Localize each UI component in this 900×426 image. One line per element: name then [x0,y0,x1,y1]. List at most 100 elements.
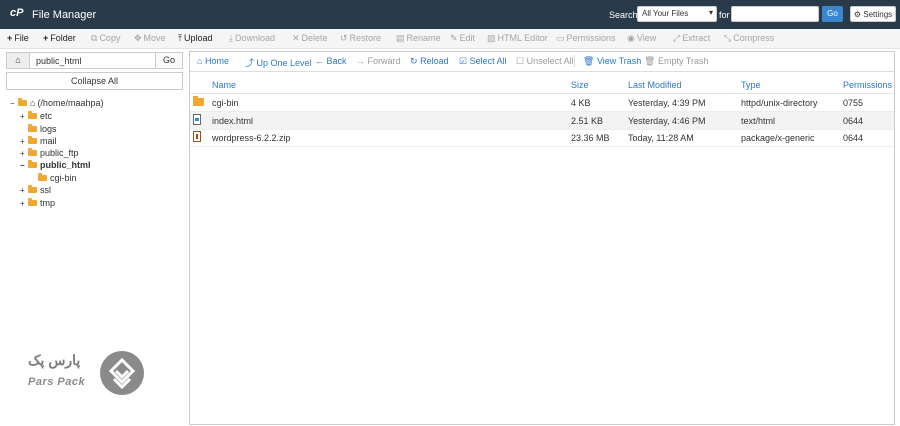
forward-button[interactable]: → Forward [356,56,401,66]
reload-button[interactable]: ↻ Reload [410,56,449,67]
select-all-label: Select All [469,56,507,66]
back-label: Back [326,56,347,66]
unselect-all-button[interactable]: ☐ Unselect All [516,56,574,67]
table-row[interactable]: cgi-bin 4 KB Yesterday, 4:39 PM httpd/un… [190,94,894,112]
watermark-text-en: Pars Pack [28,376,86,388]
tree-node-public-ftp[interactable]: + public_ftp [20,148,79,158]
file-modified: Today, 11:28 AM [628,133,694,143]
tree-node-tmp[interactable]: + tmp [20,198,55,208]
folder-icon [28,111,37,119]
compress-button[interactable]: ⤡ Compress [724,33,774,44]
eye-icon: ◉ [627,33,635,43]
tree-node-label: ssl [40,185,51,195]
collapse-toggle-icon[interactable]: − [10,99,18,108]
file-modified: Yesterday, 4:39 PM [628,98,706,108]
restore-button[interactable]: ↺ Restore [340,33,381,44]
tree-node-label: public_html [40,160,91,170]
move-button[interactable]: ✥ Move [134,33,166,44]
tree-node-cgi-bin[interactable]: cgi-bin [38,173,77,183]
action-toolbar: + File + Folder ⧉ Copy ✥ Move ⤒ Upload ⤓ Downl… [0,29,900,49]
rename-button[interactable]: ▤ Rename [396,33,441,44]
permissions-label: Permissions [566,33,616,43]
tree-node-label: (/home/maahpa) [37,98,104,108]
file-size: 23.36 MB [571,133,610,143]
expand-toggle-icon[interactable]: + [20,112,28,121]
download-button[interactable]: ⤓ Download [229,33,275,44]
compress-icon: ⤡ [724,33,732,43]
tree-node-home[interactable]: − ⌂ (/home/maahpa) [10,98,103,108]
tree-node-public-html[interactable]: − public_html [20,160,91,170]
home-nav-button[interactable]: ⌂ Home [197,56,229,66]
restore-icon: ↺ [340,33,348,43]
home-icon[interactable]: ⌂ [7,53,30,68]
expand-toggle-icon[interactable]: + [20,149,28,158]
copy-icon: ⧉ [91,33,98,43]
cpanel-logo[interactable]: cP [10,7,23,19]
search-input[interactable] [731,6,819,22]
select-all-button[interactable]: ☑ Select All [459,56,507,67]
table-row[interactable]: wordpress-6.2.2.zip 23.36 MB Today, 11:2… [190,129,894,147]
view-trash-label: View Trash [596,56,642,66]
settings-label: Settings [863,10,893,19]
edit-button[interactable]: ✎ Edit [450,33,475,44]
extract-button[interactable]: ⤢ Extract [673,33,710,44]
file-type: text/html [741,116,776,126]
view-label: View [636,33,657,43]
download-label: Download [234,33,276,43]
rename-icon: ▤ [396,33,405,43]
tree-node-mail[interactable]: + mail [20,136,57,146]
search-scope-select[interactable]: All Your Files ▾ [637,6,717,22]
html-file-icon [193,114,201,125]
search-label: Search [609,10,638,20]
rename-label: Rename [406,33,441,43]
permissions-button[interactable]: ▭ Permissions [556,33,616,44]
empty-trash-button[interactable]: 🗑 Empty Trash [644,56,708,67]
for-label: for [719,10,730,20]
new-folder-button[interactable]: + Folder [43,33,76,43]
expand-toggle-icon[interactable]: + [20,137,28,146]
gear-icon: ⚙ [853,10,862,19]
checkbox-empty-icon: ☐ [516,56,525,66]
collapse-toggle-icon[interactable]: − [20,161,28,170]
delete-label: Delete [301,33,328,43]
path-go-button[interactable]: Go [155,53,182,68]
up-one-level-button[interactable]: ⤴ Up One Level [245,56,312,69]
file-permissions: 0644 [843,116,864,126]
column-header-type[interactable]: Type [741,80,761,90]
tree-node-etc[interactable]: + etc [20,111,52,121]
column-header-name[interactable]: Name [212,80,236,90]
search-go-button[interactable]: Go [822,6,843,22]
table-row[interactable]: index.html 2.51 KB Yesterday, 4:46 PM te… [190,112,894,130]
collapse-all-button[interactable]: Collapse All [6,72,183,90]
delete-icon: ✕ [292,33,300,43]
tree-node-ssl[interactable]: + ssl [20,185,51,195]
column-header-permissions[interactable]: Permissions [843,80,892,90]
checkbox-checked-icon: ☑ [459,56,468,66]
upload-button[interactable]: ⤒ Upload [178,33,213,44]
parspack-logo-icon [100,351,144,395]
path-input[interactable]: public_html [36,56,82,66]
delete-button[interactable]: ✕ Delete [292,33,328,44]
column-header-last-modified[interactable]: Last Modified [628,80,682,90]
html-editor-button[interactable]: ▧ HTML Editor [487,33,548,44]
home-nav-label: Home [204,56,229,66]
back-button[interactable]: ← Back [315,56,347,66]
file-modified: Yesterday, 4:46 PM [628,116,706,126]
path-input-group: ⌂ public_html Go [6,52,183,69]
file-permissions: 0755 [843,98,864,108]
copy-button[interactable]: ⧉ Copy [91,33,120,44]
expand-toggle-icon[interactable]: + [20,186,28,195]
tree-node-logs[interactable]: logs [20,124,57,134]
expand-toggle-icon[interactable]: + [20,199,28,208]
settings-button[interactable]: ⚙ Settings [850,6,896,22]
column-header-size[interactable]: Size [571,80,589,90]
upload-icon: ⤒ [178,33,182,43]
plus-icon: + [43,33,49,43]
view-trash-button[interactable]: 🗑 View Trash [583,56,641,67]
move-icon: ✥ [134,33,142,43]
upload-label: Upload [183,33,213,43]
search-scope-value: All Your Files [642,9,689,18]
view-button[interactable]: ◉ View [627,33,656,44]
folder-icon [28,198,37,206]
new-file-button[interactable]: + File [7,33,29,43]
